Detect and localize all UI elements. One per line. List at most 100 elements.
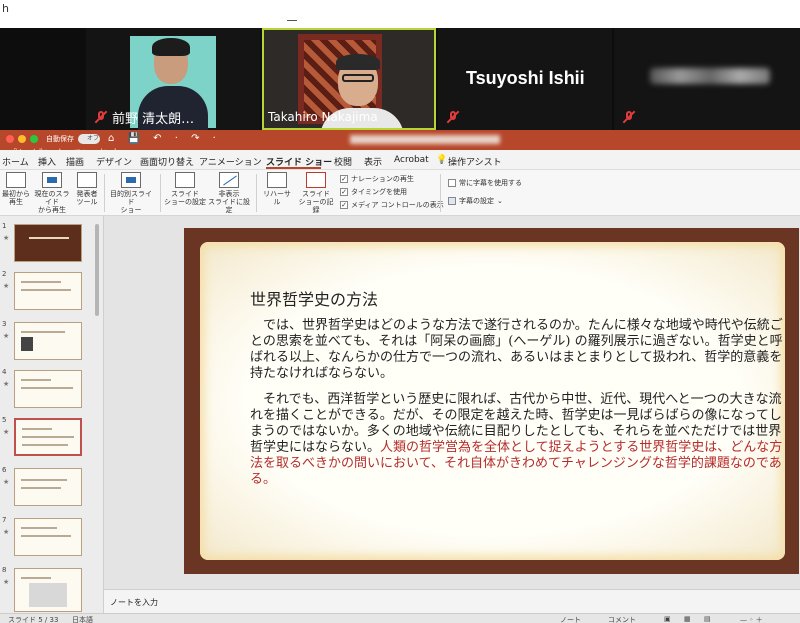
tab-insert[interactable]: 挿入 — [38, 155, 56, 168]
star-icon: ★ — [3, 332, 10, 340]
star-icon: ★ — [3, 380, 10, 388]
paragraph-2: それでも、西洋哲学という歴史に限れば、古代から中世、近代、現代へと一つの大きな流… — [250, 392, 790, 488]
participant-tile-4[interactable] — [614, 28, 800, 130]
status-bar: スライド 5 / 33 日本語 ノート コメント ▣ ▦ ▤ — ◦ ＋ — [0, 613, 800, 623]
play-from-start-label: 最初から 再生 — [2, 190, 30, 206]
slide-thumbnail-2[interactable] — [14, 272, 82, 310]
window-dash — [287, 20, 297, 21]
thumb-text-line — [21, 577, 51, 579]
play-from-current-button[interactable]: 現在のスライド から再生 — [32, 172, 72, 214]
subtitle-settings-label: 字幕の設定 — [459, 197, 494, 205]
screen: h 前野 清太朗… Takahiro Nakajima Tsuyoshi Ish… — [0, 0, 800, 623]
star-icon: ★ — [3, 282, 10, 290]
thumb-number: 3 — [2, 320, 7, 328]
presenter-view-button[interactable]: 発表者 ツール — [74, 172, 100, 206]
slide-thumbnail-1[interactable] — [14, 224, 82, 262]
tab-tell-me[interactable]: 操作アシスト — [448, 155, 502, 168]
rehearse-timings-button[interactable]: リハーサル — [260, 172, 294, 206]
slide-thumbnail-5-selected[interactable] — [14, 418, 82, 456]
star-icon: ★ — [3, 428, 10, 436]
setup-slideshow-label: スライド ショーの設定 — [164, 190, 206, 206]
tab-draw[interactable]: 描画 — [66, 155, 84, 168]
record-icon — [306, 172, 326, 188]
thumb-text-line — [21, 535, 71, 537]
slide-sorter-icon[interactable]: ▦ — [684, 615, 691, 623]
record-slideshow-button[interactable]: スライド ショーの記録 — [296, 172, 336, 214]
active-tab-indicator — [266, 167, 321, 169]
notes-toggle[interactable]: ノート — [560, 615, 581, 623]
language-indicator[interactable]: 日本語 — [72, 615, 93, 623]
use-timings-checkbox[interactable]: ✓ タイミングを使用 — [340, 187, 407, 197]
thumb-number: 2 — [2, 270, 7, 278]
zoom-slider[interactable]: — ◦ ＋ — [740, 615, 763, 623]
star-icon: ★ — [3, 234, 10, 242]
thumb-text-line — [21, 289, 71, 291]
rehearse-icon — [267, 172, 287, 188]
participant-tile-3[interactable]: Tsuyoshi Ishii — [438, 28, 612, 130]
reading-view-icon[interactable]: ▤ — [704, 615, 711, 623]
star-icon: ★ — [3, 478, 10, 486]
subtitle-settings-button[interactable]: 字幕の設定 ⌄ — [448, 196, 503, 206]
quick-access-toolbar[interactable]: ⌂ 💾 ↶ · ↷ · — [108, 133, 221, 144]
autosave-toggle[interactable]: オフ — [78, 134, 100, 144]
slide-thumbnail-4[interactable] — [14, 370, 82, 408]
ribbon-separator — [104, 174, 105, 212]
slide-body-text[interactable]: では、世界哲学史はどのような方法で遂行されるのか。たんに様々な地域や時代や伝統ご… — [250, 318, 790, 498]
slide-thumbnail-3[interactable] — [14, 322, 82, 360]
checkmark-icon: ✓ — [340, 201, 348, 209]
obscured-document-title — [350, 135, 500, 144]
thumb-number: 5 — [2, 416, 7, 424]
always-use-subtitles-label: 常に字幕を使用する — [459, 179, 522, 187]
close-window-icon[interactable] — [6, 135, 14, 143]
tab-review[interactable]: 校閲 — [334, 155, 352, 168]
tab-design[interactable]: デザイン — [96, 155, 132, 168]
tab-animations[interactable]: アニメーション — [199, 155, 262, 168]
custom-slideshow-button[interactable]: 目的別スライド ショー — [108, 172, 154, 214]
play-from-start-button[interactable]: 最初から 再生 — [2, 172, 30, 206]
play-narrations-checkbox[interactable]: ✓ ナレーションの再生 — [340, 174, 414, 184]
slide-thumbnail-6[interactable] — [14, 468, 82, 506]
tab-home[interactable]: ホーム — [2, 155, 29, 168]
participant-tile-2-active-speaker[interactable]: Takahiro Nakajima — [262, 28, 436, 130]
obscured-participant-name — [650, 68, 770, 84]
thumb-text-line — [22, 444, 68, 446]
current-slide[interactable]: 世界哲学史の方法 では、世界哲学史はどのような方法で遂行されるのか。たんに様々な… — [184, 228, 799, 574]
checkmark-icon: ✓ — [340, 188, 348, 196]
participant-tile-1[interactable]: 前野 清太朗… — [86, 28, 260, 130]
thumb-photo — [21, 337, 33, 351]
tab-transitions[interactable]: 画面切り替え — [140, 155, 194, 168]
slide-title[interactable]: 世界哲学史の方法 — [250, 286, 378, 310]
slide-content-panel: 世界哲学史の方法 では、世界哲学史はどのような方法で遂行されるのか。たんに様々な… — [200, 242, 785, 560]
checkmark-icon: ✓ — [340, 175, 348, 183]
slide-thumbnail-7[interactable] — [14, 518, 82, 556]
notes-placeholder: ノートを入力 — [110, 598, 158, 607]
thumb-text-line — [21, 331, 65, 333]
always-use-subtitles-checkbox[interactable]: 常に字幕を使用する — [448, 178, 522, 188]
setup-slideshow-button[interactable]: スライド ショーの設定 — [164, 172, 206, 206]
mic-muted-icon — [94, 110, 108, 124]
show-media-controls-label: メディア コントロールの表示 — [351, 201, 444, 209]
tab-view[interactable]: 表示 — [364, 155, 382, 168]
zoom-gallery-strip: 前野 清太朗… Takahiro Nakajima Tsuyoshi Ishii — [0, 28, 800, 130]
slide-thumbnail-8[interactable] — [14, 568, 82, 612]
thumb-text-line — [21, 527, 57, 529]
thumb-number: 8 — [2, 566, 7, 574]
paragraph-1-text: では、世界哲学史はどのような方法で遂行されるのか。たんに様々な地域や時代や伝統ご… — [250, 318, 783, 381]
thumbnail-scrollbar[interactable] — [95, 224, 99, 316]
normal-view-icon[interactable]: ▣ — [664, 615, 671, 623]
hide-slide-button[interactable]: 非表示 スライドに設定 — [206, 172, 252, 214]
comments-toggle[interactable]: コメント — [608, 615, 636, 623]
participant-hair — [336, 54, 380, 70]
ribbon-separator — [440, 174, 441, 212]
thumb-number: 1 — [2, 222, 7, 230]
minimize-window-icon[interactable] — [18, 135, 26, 143]
zoom-top-bar: h — [0, 0, 800, 28]
ribbon-separator — [256, 174, 257, 212]
setup-icon — [175, 172, 195, 188]
tab-acrobat[interactable]: Acrobat — [394, 155, 429, 165]
lightbulb-icon: 💡 — [436, 155, 448, 165]
zoom-window-icon[interactable] — [30, 135, 38, 143]
notes-input[interactable]: ノートを入力 — [104, 589, 800, 613]
rehearse-label: リハーサル — [263, 190, 291, 206]
show-media-controls-checkbox[interactable]: ✓ メディア コントロールの表示 — [340, 200, 444, 210]
